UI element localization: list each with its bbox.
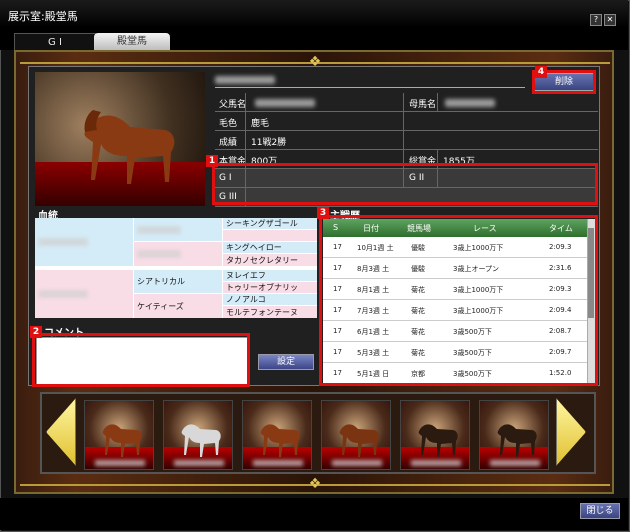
pedigree-gs-2: キングヘイロー [223, 242, 317, 253]
profile-row-coat: 毛色 鹿毛 [215, 112, 598, 131]
profile-row-parents: 父馬名 母馬名 [215, 93, 598, 112]
pedigree-dd-cell: ケイティーズ [134, 294, 222, 318]
tab-g1[interactable]: G I [14, 33, 96, 50]
pedigree-gs-1: シーキングザゴール [223, 218, 317, 229]
coat-label: 毛色 [219, 119, 238, 129]
tab-hall-of-fame[interactable]: 殿堂馬 [94, 33, 170, 50]
pedigree-ss-cell [134, 218, 222, 241]
record-value: 11戦2勝 [251, 138, 287, 148]
record-label: 成績 [219, 138, 238, 148]
pedigree-gd-1 [223, 230, 317, 241]
bottom-ornament-icon: ❖ [308, 476, 322, 492]
annotation-badge-3: 3 [317, 207, 329, 219]
gallery-horse-thumb[interactable] [479, 400, 549, 470]
close-button[interactable]: 閉じる [580, 503, 620, 519]
dam-label: 母馬名 [409, 100, 437, 110]
tab-bar: G I 殿堂馬 [0, 28, 628, 50]
gallery-horse-thumb[interactable] [242, 400, 312, 470]
pedigree-sd-cell [134, 242, 222, 266]
horse-name-blurred [215, 76, 275, 84]
gallery-horse-thumb[interactable] [400, 400, 470, 470]
profile-row-record: 成績 11戦2勝 [215, 131, 598, 150]
horse-photo [35, 72, 205, 206]
set-comment-button[interactable]: 設定 [258, 354, 314, 370]
gallery-horse-thumb[interactable] [84, 400, 154, 470]
title-bar: 展示室:殿堂馬 ? ✕ [0, 0, 628, 28]
horse-name-line [215, 72, 525, 88]
annotation-badge-1: 1 [206, 155, 218, 167]
annotation-box-3 [319, 215, 598, 386]
coat-value: 鹿毛 [251, 119, 270, 129]
annotation-box-2 [32, 333, 250, 387]
gallery-horse-thumb[interactable] [163, 400, 233, 470]
horse-icon [84, 110, 175, 184]
pedigree-gd-3: トゥリーオブナリッ [223, 282, 317, 293]
pedigree-sire-cell [35, 218, 133, 266]
sire-label: 父馬名 [219, 100, 247, 110]
pedigree-gs-3: ヌレイエフ [223, 270, 317, 281]
annotation-box-1 [212, 163, 598, 205]
gallery-horse-thumb[interactable] [321, 400, 391, 470]
pedigree-gd-2: タカノセクレタリー [223, 254, 317, 266]
window-title: 展示室:殿堂馬 [8, 10, 78, 23]
pedigree-gs-4: ノノアルコ [223, 294, 317, 305]
pedigree-table: シアトリカル ケイティーズ シーキングザゴール キングヘイロー タカノセクレタリ… [35, 218, 317, 318]
help-button[interactable]: ? [590, 14, 602, 26]
annotation-badge-2: 2 [30, 326, 42, 338]
annotation-badge-4: 4 [535, 66, 547, 78]
pedigree-ds-cell: シアトリカル [134, 270, 222, 293]
window-close-button[interactable]: ✕ [604, 14, 616, 26]
bottom-bar [0, 498, 628, 530]
pedigree-gd-4: モルテフォンテーヌ [223, 306, 317, 318]
pedigree-dam-cell [35, 270, 133, 318]
